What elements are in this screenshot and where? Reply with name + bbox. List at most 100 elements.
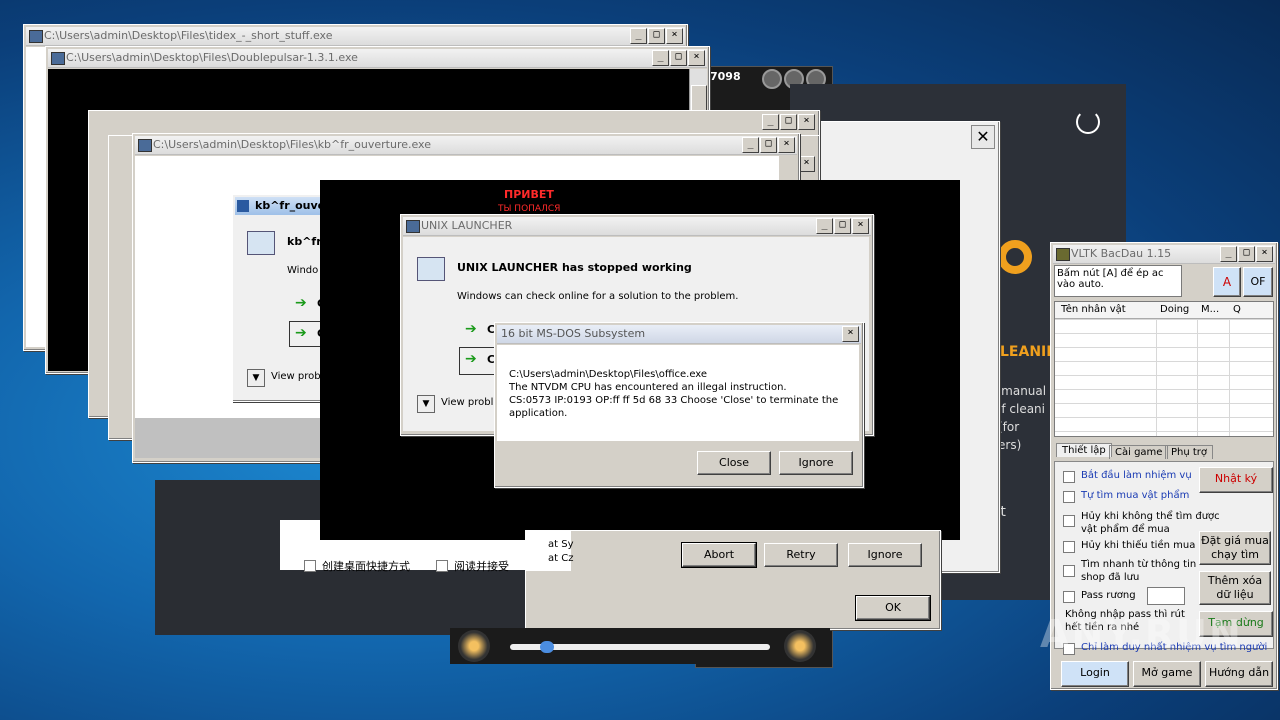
desktop-shortcut-checkbox[interactable]	[304, 560, 316, 572]
power-icon[interactable]	[1076, 110, 1100, 134]
dos-line-1: C:\Users\admin\Desktop\Files\office.exe	[509, 369, 708, 380]
close-button[interactable]: ×	[798, 114, 815, 130]
dos-titlebar[interactable]: 16 bit MS-DOS Subsystem ×	[497, 325, 861, 344]
col-m[interactable]: M...	[1197, 302, 1230, 319]
player-controls	[450, 628, 830, 664]
option-checkbox[interactable]	[1063, 515, 1075, 527]
hint-text: Bấm nút [A] để ép ac vào auto.	[1057, 268, 1164, 290]
stack-line-2: at Cz	[548, 553, 574, 564]
close-button[interactable]: ×	[1256, 246, 1273, 262]
seek-thumb[interactable]	[540, 641, 554, 653]
app-icon	[406, 220, 420, 233]
guide-button[interactable]: Hướng dẫn	[1205, 661, 1273, 687]
kbfr-view-problem[interactable]: View probl	[271, 371, 323, 382]
option-checkbox[interactable]	[1063, 591, 1075, 603]
vltk-titlebar[interactable]: VLTK BacDau 1.15 _ □ ×	[1053, 245, 1275, 264]
minimize-button[interactable]: _	[742, 137, 759, 153]
minimize-button[interactable]: _	[630, 28, 647, 44]
speaker-icon	[784, 630, 816, 662]
maximize-button[interactable]: □	[648, 28, 665, 44]
table-grid	[1055, 319, 1273, 436]
minimize-button[interactable]: _	[816, 218, 833, 234]
close-button[interactable]: ×	[798, 156, 815, 172]
tidex-titlebar[interactable]: C:\Users\admin\Desktop\Files\tidex_-_sho…	[26, 27, 685, 46]
tidex-title: C:\Users\admin\Desktop\Files\tidex_-_sho…	[44, 29, 333, 42]
doublepulsar-titlebar[interactable]: C:\Users\admin\Desktop\Files\Doublepulsa…	[48, 49, 707, 68]
ignore-dialog-button[interactable]: Ignore	[779, 451, 853, 475]
set-price-button[interactable]: Đặt giá mua chạy tìm	[1199, 531, 1271, 565]
ignore-button[interactable]: Ignore	[848, 543, 922, 567]
russian-line-1: ПРИВЕТ	[504, 188, 554, 201]
arrow-icon: ➔	[465, 351, 477, 367]
doublepulsar-title: C:\Users\admin\Desktop\Files\Doublepulsa…	[66, 51, 358, 64]
option-checkbox[interactable]	[1063, 491, 1075, 503]
close-dialog-button[interactable]: Close	[697, 451, 771, 475]
option-checkbox[interactable]	[1063, 565, 1075, 577]
app-icon	[237, 200, 249, 212]
close-button[interactable]: ×	[688, 50, 705, 66]
minimize-button[interactable]: _	[1220, 246, 1237, 262]
maximize-button[interactable]: □	[1238, 246, 1255, 262]
maximize-button[interactable]: □	[834, 218, 851, 234]
kbfr-dialog-titlebar[interactable]: kb^fr_ouve	[235, 197, 331, 215]
login-button[interactable]: Login	[1061, 661, 1129, 687]
kbfr-dialog-heading: kb^fr	[287, 235, 322, 248]
abort-dialog-client	[526, 531, 571, 571]
kbfr-dialog-line: Windo	[287, 265, 319, 276]
maximize-button[interactable]: □	[670, 50, 687, 66]
option-checkbox[interactable]	[1063, 541, 1075, 553]
manage-data-button[interactable]: Thêm xóa dữ liệu	[1199, 571, 1271, 605]
window-icon	[417, 257, 445, 281]
option-checkbox[interactable]	[1063, 471, 1075, 483]
close-button[interactable]: ×	[666, 28, 683, 44]
minimize-button[interactable]: _	[762, 114, 779, 130]
option-cancel-no-money[interactable]: Hủy khi thiếu tiền mua	[1081, 540, 1195, 551]
arrow-icon: ➔	[465, 321, 477, 337]
dos-line-3: CS:0573 IP:0193 OP:ff ff 5d 68 33 Choose…	[509, 395, 839, 406]
tab-settings[interactable]: Thiết lập	[1056, 443, 1112, 457]
unix-titlebar[interactable]: UNIX LAUNCHER _ □ ×	[403, 217, 871, 236]
tab-install-game[interactable]: Cài game	[1109, 445, 1169, 459]
close-icon[interactable]: ✕	[971, 125, 995, 149]
maximize-button[interactable]: □	[760, 137, 777, 153]
close-button[interactable]: ×	[778, 137, 795, 153]
desktop-shortcut-label: 创建桌面快捷方式	[322, 560, 410, 573]
retry-button[interactable]: Retry	[764, 543, 838, 567]
option-fast-search[interactable]: Tìm nhanh từ thông tin shop đã lưu	[1081, 558, 1201, 584]
col-q[interactable]: Q	[1229, 302, 1273, 319]
stack-line-1: at Sy	[548, 539, 574, 550]
close-button[interactable]: ×	[852, 218, 869, 234]
kbfr-title: C:\Users\admin\Desktop\Files\kb^fr_ouver…	[153, 138, 431, 151]
ok-button[interactable]: OK	[855, 595, 931, 621]
window-icon	[247, 231, 275, 255]
col-doing[interactable]: Doing	[1156, 302, 1201, 319]
of-button[interactable]: OF	[1243, 267, 1273, 297]
open-game-button[interactable]: Mở game	[1133, 661, 1201, 687]
accept-checkbox[interactable]	[436, 560, 448, 572]
kbfr-titlebar[interactable]: C:\Users\admin\Desktop\Files\kb^fr_ouver…	[135, 136, 797, 155]
table-col-line	[1197, 319, 1198, 436]
ers-text: ers)	[998, 438, 1022, 452]
a-button[interactable]: A	[1213, 267, 1241, 297]
chevron-down-icon[interactable]: ▼	[417, 395, 435, 413]
tab-helper[interactable]: Phụ trợ	[1165, 445, 1214, 459]
log-button[interactable]: Nhật ký	[1199, 467, 1273, 493]
close-button[interactable]: ×	[842, 326, 859, 342]
russian-line-2: ТЫ ПОПАЛСЯ	[498, 204, 561, 214]
unix-view-problem[interactable]: View probl	[441, 397, 493, 408]
character-table[interactable]: Tên nhân vật Doing M... Q	[1054, 301, 1274, 437]
player-button[interactable]	[762, 69, 782, 89]
pass-input[interactable]	[1147, 587, 1185, 605]
kbfr-dialog-title: kb^fr_ouve	[255, 199, 326, 212]
option-auto-buy[interactable]: Tự tìm mua vật phẩm	[1081, 490, 1189, 501]
maximize-button[interactable]: □	[780, 114, 797, 130]
option-start-quest[interactable]: Bắt đầu làm nhiệm vụ	[1081, 470, 1192, 481]
abort-button[interactable]: Abort	[681, 542, 757, 568]
option-pass-chest[interactable]: Pass rương	[1081, 590, 1136, 601]
chevron-down-icon[interactable]: ▼	[247, 369, 265, 387]
gear-icon	[998, 240, 1032, 274]
scrollbar-thumb[interactable]	[691, 85, 707, 111]
minimize-button[interactable]: _	[652, 50, 669, 66]
col-name[interactable]: Tên nhân vật	[1055, 302, 1162, 319]
seek-bar[interactable]	[510, 641, 770, 653]
